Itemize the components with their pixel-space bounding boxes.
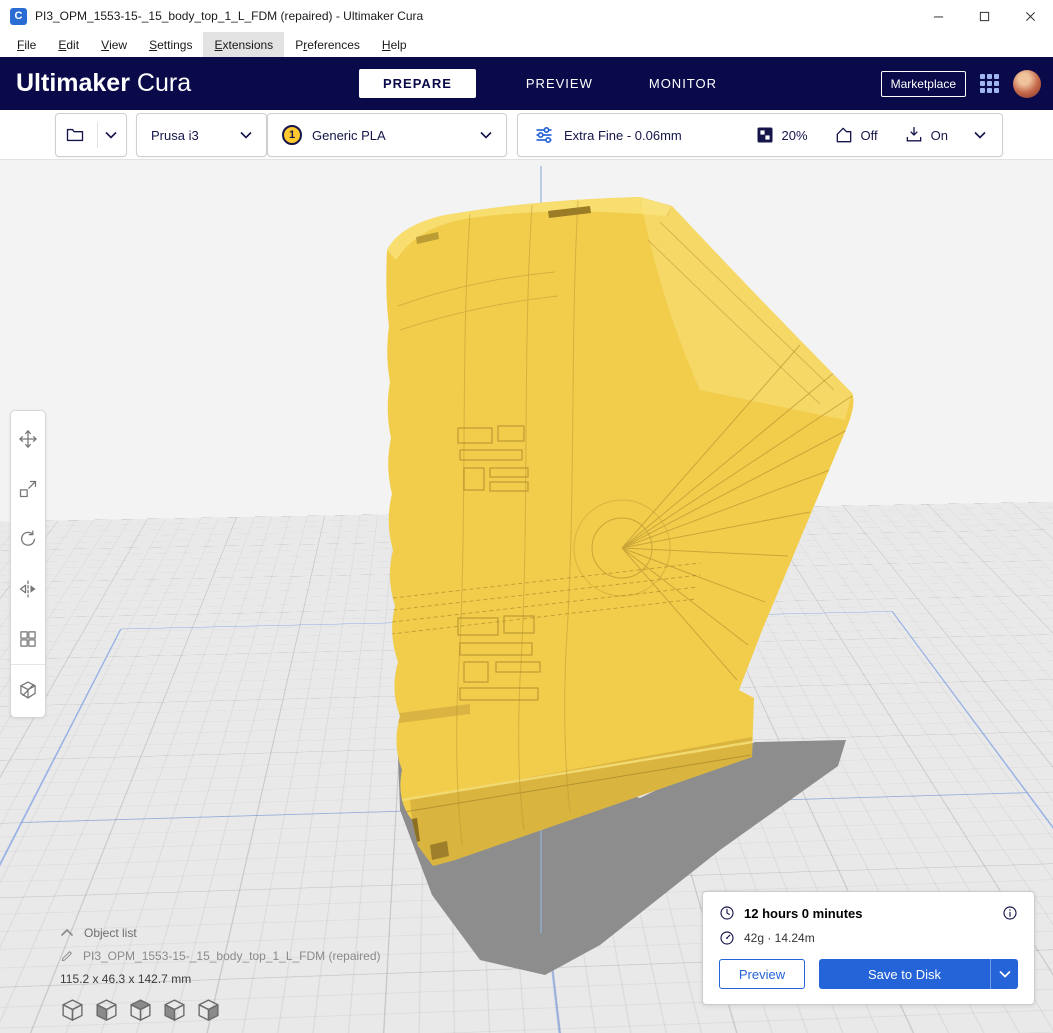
app-grid-icon[interactable] <box>980 74 999 93</box>
chevron-up-icon <box>61 929 73 936</box>
titlebar: C PI3_OPM_1553-15-_15_body_top_1_L_FDM (… <box>0 0 1053 32</box>
minimize-icon <box>933 15 943 17</box>
infill-status: 20% <box>755 125 808 145</box>
open-file-button[interactable] <box>55 113 127 157</box>
infill-value: 20% <box>781 127 808 143</box>
minimize-button[interactable] <box>915 0 961 32</box>
tool-support-blocker-button[interactable] <box>11 664 45 714</box>
support-status: Off <box>834 125 878 145</box>
preview-button[interactable]: Preview <box>719 959 805 989</box>
object-list-item[interactable]: PI3_OPM_1553-15-_15_body_top_1_L_FDM (re… <box>60 949 381 963</box>
tab-monitor[interactable]: MONITOR <box>643 69 723 98</box>
tab-preview[interactable]: PREVIEW <box>520 69 599 98</box>
object-list-toggle[interactable]: Object list <box>60 926 381 940</box>
menu-file[interactable]: File <box>6 32 47 57</box>
tool-rotate-button[interactable] <box>11 514 45 564</box>
main-header: Ultimaker Cura PREPARE PREVIEW MONITOR Mar… <box>0 57 1053 110</box>
extruder-badge: 1 <box>282 125 302 145</box>
3d-view-button[interactable] <box>60 997 85 1027</box>
maximize-icon <box>979 11 989 21</box>
tool-move-button[interactable] <box>11 414 45 464</box>
print-settings-sliders-icon <box>536 127 552 143</box>
window-title: PI3_OPM_1553-15-_15_body_top_1_L_FDM (re… <box>35 9 424 23</box>
brand-logo: Ultimaker Cura <box>16 69 191 98</box>
material-selector[interactable]: 1 Generic PLA <box>267 113 507 157</box>
user-avatar[interactable] <box>1013 69 1041 98</box>
front-view-button[interactable] <box>94 997 119 1027</box>
object-filename: PI3_OPM_1553-15-_15_body_top_1_L_FDM (re… <box>83 949 381 963</box>
adhesion-icon <box>906 126 921 142</box>
close-button[interactable] <box>1007 0 1053 32</box>
menu-extensions[interactable]: Extensions <box>203 32 285 57</box>
menu-edit[interactable]: Edit <box>47 32 90 57</box>
adhesion-value: On <box>930 127 948 143</box>
chevron-down-icon <box>480 131 492 139</box>
scale-icon <box>19 480 37 498</box>
info-icon[interactable] <box>1002 905 1018 921</box>
right-side-view-icon <box>198 999 219 1021</box>
support-value: Off <box>860 127 878 143</box>
3d-view-icon <box>62 999 83 1021</box>
print-time: 12 hours 0 minutes <box>744 905 863 921</box>
tool-per-model-settings-button[interactable] <box>11 614 45 664</box>
rotate-icon <box>21 530 36 546</box>
right-side-view-button[interactable] <box>196 997 221 1027</box>
top-view-icon <box>130 999 151 1021</box>
save-options-dropdown[interactable] <box>990 959 1018 989</box>
material-estimate: 42g · 14.24m <box>744 931 815 945</box>
print-settings-selector[interactable]: Extra Fine - 0.06mm 20% Off On <box>517 113 1003 157</box>
object-list-label: Object list <box>84 926 137 940</box>
viewport-3d[interactable]: Object list PI3_OPM_1553-15-_15_body_top… <box>0 160 1053 1033</box>
stage-tabs: PREPARE PREVIEW MONITOR <box>359 57 723 110</box>
brand-light: Cura <box>136 69 192 97</box>
chevron-down-icon <box>240 131 252 139</box>
move-icon <box>19 430 37 448</box>
material-gauge-icon <box>720 931 734 945</box>
adhesion-status: On <box>904 125 948 145</box>
material-name: Generic PLA <box>312 127 386 143</box>
menubar: File Edit View Settings Extensions Pr eference… <box>0 32 1053 57</box>
view-presets <box>60 997 381 1027</box>
per-model-settings-icon <box>20 631 36 647</box>
print-summary-panel: 12 hours 0 minutes 42g · 14.24m Preview … <box>702 891 1035 1005</box>
support-icon <box>836 127 851 143</box>
menu-settings[interactable]: Settings <box>138 32 203 57</box>
chevron-down-icon[interactable] <box>105 131 117 139</box>
model-tools-toolbar <box>10 410 46 718</box>
close-icon <box>1025 11 1035 21</box>
chevron-down-icon <box>998 970 1011 978</box>
tool-mirror-button[interactable] <box>11 564 45 614</box>
menu-view[interactable]: View <box>90 32 138 57</box>
save-to-disk-label: Save to Disk <box>868 966 941 982</box>
tool-scale-button[interactable] <box>11 464 45 514</box>
left-side-view-icon <box>164 999 185 1021</box>
marketplace-button[interactable]: Marketplace <box>880 70 966 97</box>
config-bar: Prusa i3 1 Generic PLA Extra Fine - 0.06… <box>0 110 1053 160</box>
clock-icon <box>720 906 734 920</box>
menu-preferences[interactable]: Pr eferences <box>284 32 371 57</box>
profile-name: Extra Fine - 0.06mm <box>564 127 682 143</box>
brand-bold: Ultimaker <box>16 69 130 97</box>
menu-help[interactable]: Help <box>371 32 418 57</box>
object-list-panel: Object list PI3_OPM_1553-15-_15_body_top… <box>60 926 381 1027</box>
edit-pencil-icon <box>61 951 72 962</box>
cura-app-icon: C <box>10 7 27 25</box>
infill-icon <box>757 127 773 143</box>
chevron-down-icon <box>974 131 986 139</box>
folder-open-icon <box>66 128 84 142</box>
printer-selector[interactable]: Prusa i3 <box>136 113 267 157</box>
save-to-disk-button[interactable]: Save to Disk <box>819 959 1018 989</box>
front-view-icon <box>96 999 117 1021</box>
left-side-view-button[interactable] <box>162 997 187 1027</box>
object-dimensions: 115.2 x 46.3 x 142.7 mm <box>60 972 192 986</box>
printer-name: Prusa i3 <box>151 127 199 143</box>
tab-prepare[interactable]: PREPARE <box>359 69 476 98</box>
mirror-icon <box>19 580 36 598</box>
support-blocker-icon <box>20 680 36 699</box>
maximize-button[interactable] <box>961 0 1007 32</box>
top-view-button[interactable] <box>128 997 153 1027</box>
